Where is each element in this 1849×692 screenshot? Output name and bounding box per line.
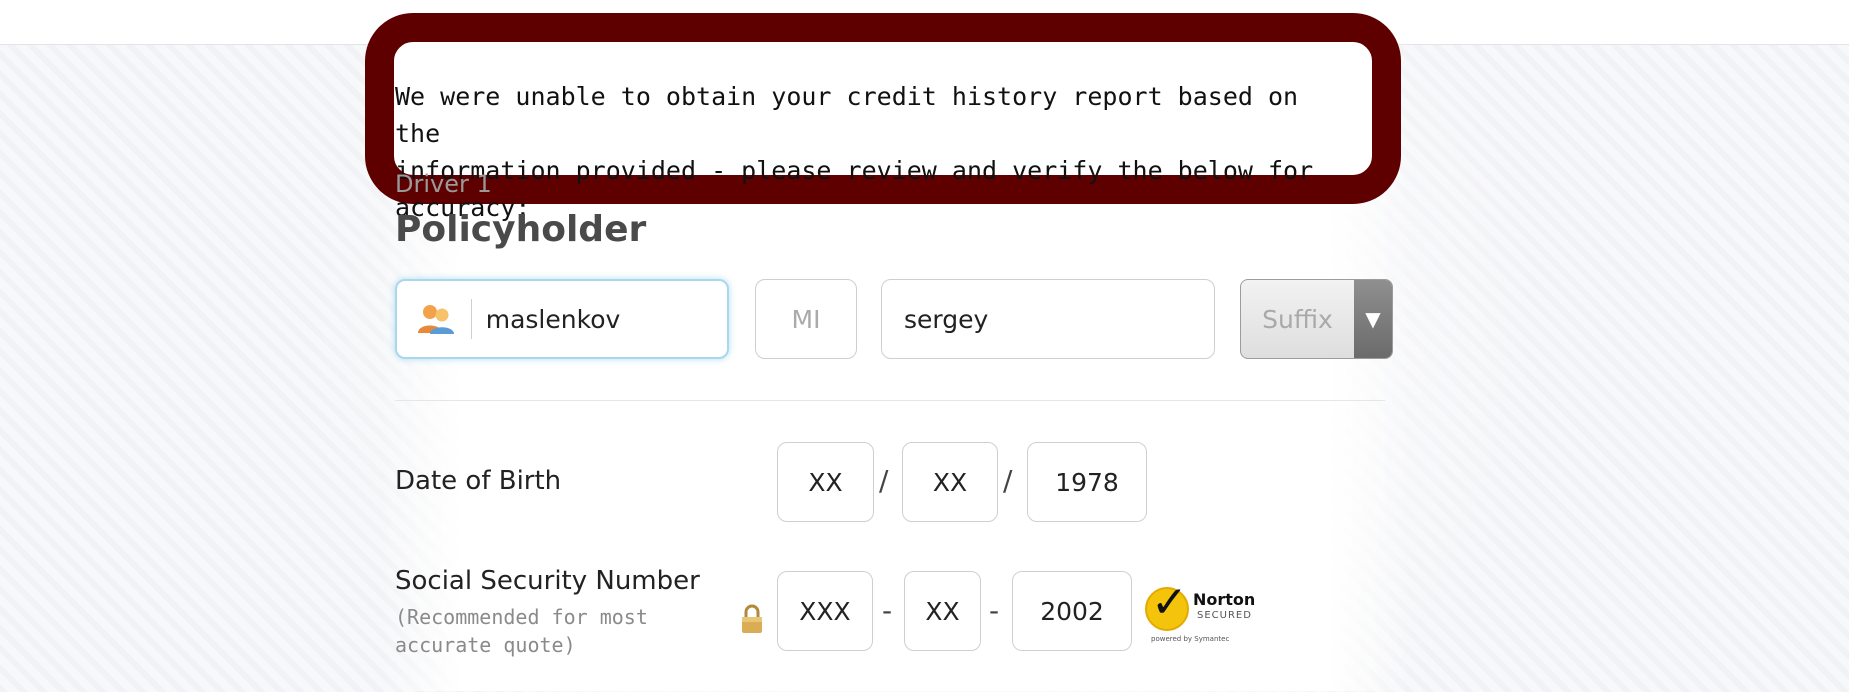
ssn-recommendation-note: (Recommended for most accurate quote) [395,605,648,657]
dob-separator: / [1003,464,1013,497]
ssn-label: Social Security Number [395,566,700,596]
dob-day-input[interactable] [903,467,997,497]
ssn-part3-input[interactable] [1013,596,1131,626]
norton-secured-badge[interactable]: ✓ Norton SECURED powered by Symantec [1145,581,1257,649]
norton-powered-by: powered by Symantec [1151,635,1230,643]
middle-initial-input[interactable] [756,304,856,334]
norton-title: Norton [1193,590,1256,609]
field-divider [471,299,472,339]
dob-day-field[interactable] [902,442,998,522]
dob-year-input[interactable] [1028,467,1146,497]
checkmark-glyph: ✓ [1151,577,1188,628]
alert-line-1: We were unable to obtain your credit his… [395,82,1299,148]
dob-separator: / [879,464,889,497]
user-icon [417,303,455,335]
section-title: Policyholder [395,208,1295,252]
middle-initial-field[interactable] [755,279,857,359]
norton-subtitle: SECURED [1197,610,1252,621]
ssn-part1-field[interactable] [777,571,873,651]
suffix-select[interactable]: Suffix ▼ [1240,279,1393,359]
driver-label: Driver 1 [395,170,492,198]
ssn-separator: - [989,594,1000,627]
lock-icon [740,604,764,634]
last-name-input[interactable] [485,304,727,334]
first-name-input[interactable] [904,304,1214,334]
section-title-text: Policyholder [395,209,647,250]
dob-year-field[interactable] [1027,442,1147,522]
dropdown-arrow-icon[interactable]: ▼ [1354,280,1392,358]
ssn-part2-field[interactable] [904,571,981,651]
dob-label: Date of Birth [395,466,562,496]
dob-month-input[interactable] [778,467,873,497]
suffix-label: Suffix [1262,304,1333,334]
ssn-part2-input[interactable] [905,596,980,626]
ssn-part3-field[interactable] [1012,571,1132,651]
dob-month-field[interactable] [777,442,874,522]
credit-error-alert: We were unable to obtain your credit his… [395,78,1355,226]
first-name-field[interactable] [881,279,1215,359]
section-divider [395,400,1385,401]
ssn-separator: - [882,594,893,627]
ssn-part1-input[interactable] [778,596,872,626]
last-name-field[interactable] [395,279,729,359]
